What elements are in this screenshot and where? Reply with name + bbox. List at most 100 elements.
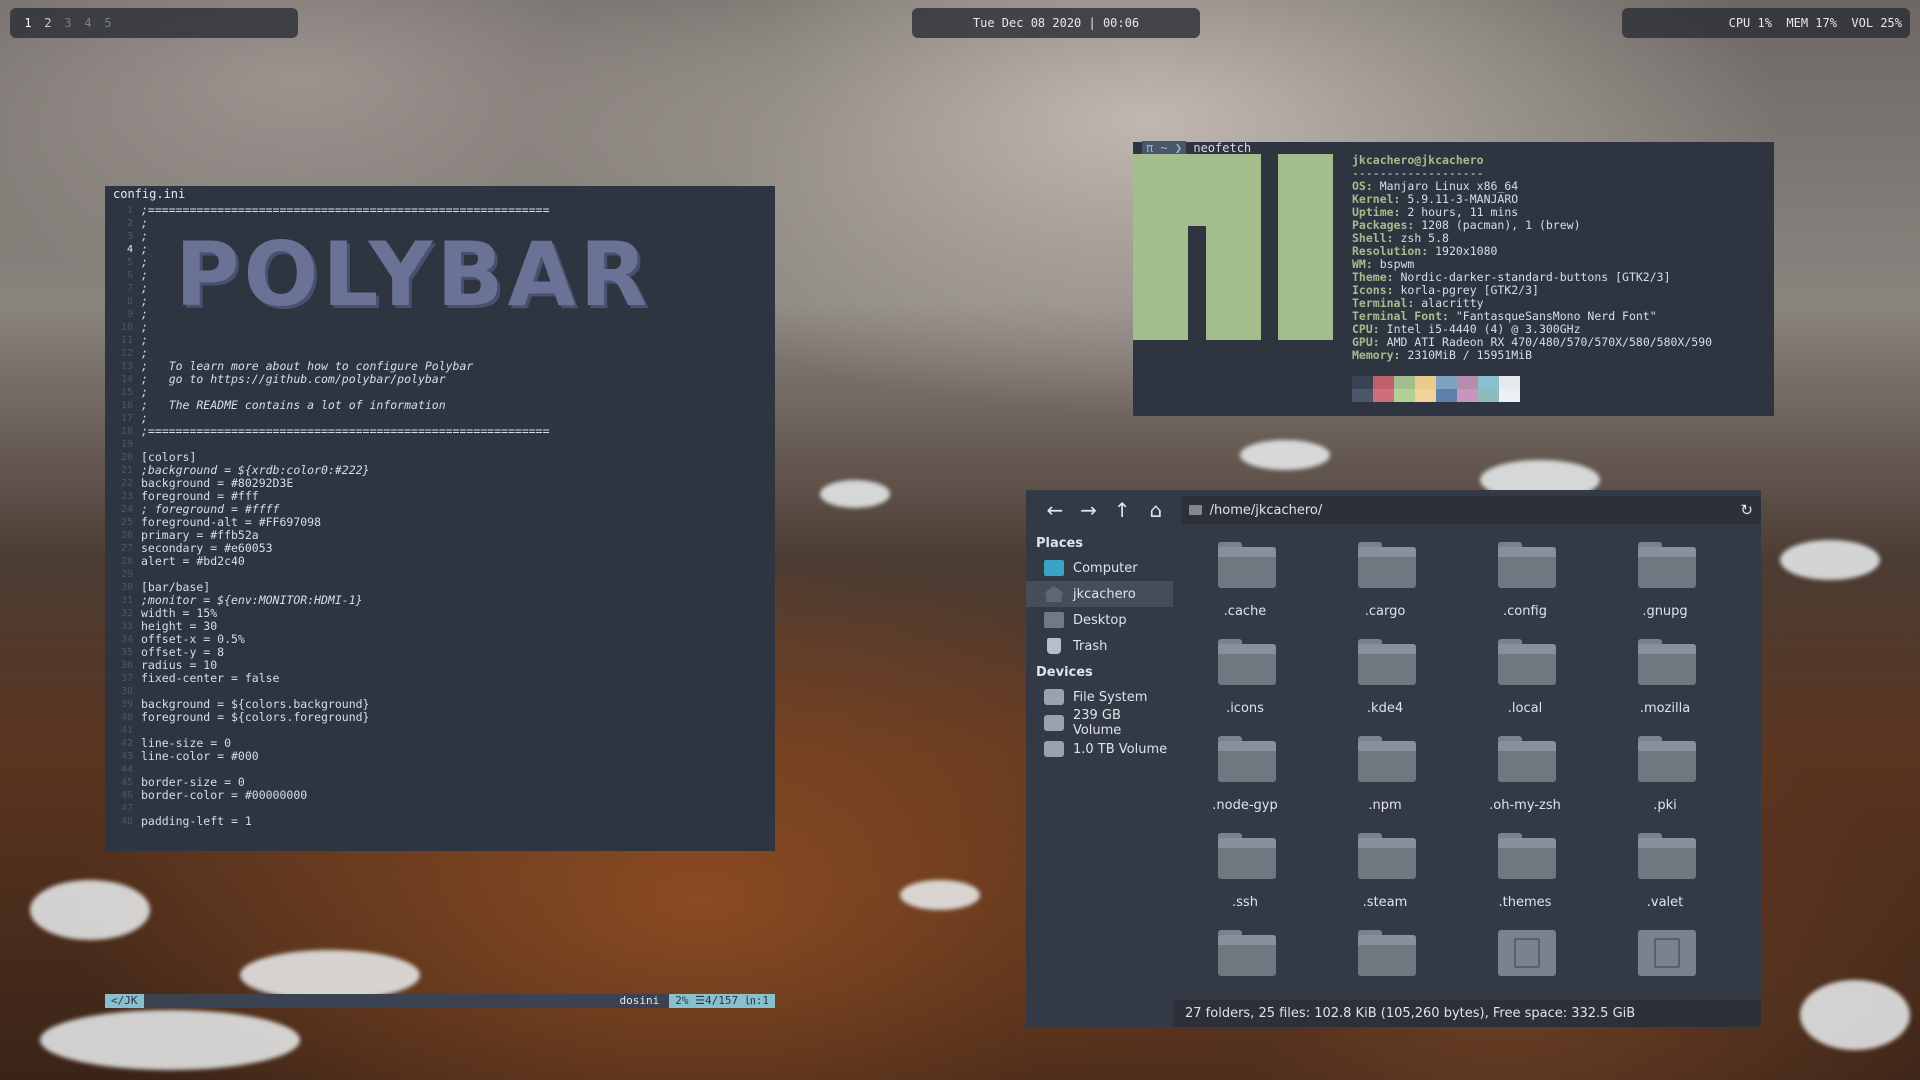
folder-item[interactable]: .ssh [1175,825,1315,922]
line-number: 5 [126,257,133,268]
file-item[interactable] [1455,922,1595,988]
workspace-3[interactable]: 3 [58,16,78,30]
up-button[interactable]: ↑ [1105,495,1139,525]
folder-item[interactable]: .oh-my-zsh [1455,728,1595,825]
forward-button[interactable]: → [1072,495,1106,525]
folder-item[interactable]: .valet [1595,825,1735,922]
folder-icon [1218,930,1276,976]
info-value: AMD ATI Radeon RX 470/480/570/570X/580/5… [1386,335,1713,349]
line-number: 33 [120,621,133,632]
folder-label: .gnupg [1642,604,1688,619]
color-swatch [1457,376,1478,389]
editor-cursor-position: 2% ☰4/157 ㏑:1 [669,994,775,1008]
folder-item[interactable]: .mozilla [1595,631,1735,728]
folder-item[interactable]: .pki [1595,728,1735,825]
folder-item[interactable]: .local [1455,631,1595,728]
folder-item[interactable]: .cargo [1315,534,1455,631]
line-number: 27 [120,543,133,554]
info-value: korla-pgrey [GTK2/3] [1400,283,1539,297]
sidebar-item-computer[interactable]: Computer [1026,555,1173,581]
folder-item[interactable] [1175,922,1315,988]
sidebar-item-trash[interactable]: Trash [1026,633,1173,659]
folder-item[interactable]: .themes [1455,825,1595,922]
home-button[interactable]: ⌂ [1139,495,1173,525]
line-number: 47 [120,803,133,814]
folder-item[interactable]: .node-gyp [1175,728,1315,825]
sidebar-item-home[interactable]: jkcachero [1026,581,1173,607]
folder-label: .icons [1226,701,1264,716]
sidebar-item-label: Computer [1073,560,1138,576]
folder-item[interactable]: .icons [1175,631,1315,728]
line-number: 11 [120,335,133,346]
folder-label: .config [1503,604,1547,619]
line-number: 18 [120,426,133,437]
reload-icon[interactable]: ↻ [1740,501,1753,519]
sidebar-item-239gb-volume[interactable]: 239 GB Volume [1026,708,1173,738]
line-number: 45 [120,777,133,788]
color-swatch [1499,389,1520,402]
line-text: ;=======================================… [141,204,550,217]
workspace-4[interactable]: 4 [78,16,98,30]
location-path[interactable]: /home/jkcachero/ [1210,503,1741,518]
location-bar[interactable]: /home/jkcachero/ ↻ [1180,496,1761,524]
file-manager-window[interactable]: ← → ↑ ⌂ /home/jkcachero/ ↻ Places Comput… [1026,490,1761,1027]
info-value: alacritty [1421,296,1484,310]
line-number: 9 [126,309,133,320]
folder-icon [1358,639,1416,685]
folder-icon [1638,736,1696,782]
line-number: 31 [120,595,133,606]
line-number: 14 [120,374,133,385]
folder-item[interactable]: .gnupg [1595,534,1735,631]
sidebar-item-desktop[interactable]: Desktop [1026,607,1173,633]
window-file-icon [1498,930,1556,976]
folder-icon [1638,639,1696,685]
workspace-2[interactable]: 2 [38,16,58,30]
manjaro-logo [1133,154,1333,340]
folder-item[interactable]: .kde4 [1315,631,1455,728]
line-number: 8 [126,296,133,307]
info-key: Resolution [1352,244,1422,258]
sidebar-item-filesystem[interactable]: File System [1026,684,1173,710]
folder-label: .npm [1368,798,1402,813]
folder-item[interactable]: .cache [1175,534,1315,631]
folder-label: .mozilla [1639,701,1691,716]
sidebar-item-1tb-volume[interactable]: 1.0 TB Volume [1026,736,1173,762]
editor-window[interactable]: config.ini 1 ;===========================… [105,186,775,1008]
color-swatch [1457,389,1478,402]
workspace-5[interactable]: 5 [98,16,118,30]
clock-text: Tue Dec 08 2020 | 00:06 [972,16,1140,30]
color-swatch [1478,376,1499,389]
info-value: 2 hours, 11 mins [1407,205,1519,219]
system-stats-module: CPU 1% MEM 17% VOL 25% [1622,8,1910,38]
back-button[interactable]: ← [1038,495,1072,525]
folder-label: .cache [1223,604,1267,619]
line-text: ;=======================================… [141,424,550,438]
file-grid[interactable]: .cache .cargo .config .gnupg .icons .kde4 .loc… [1173,530,1761,988]
folder-icon [1358,833,1416,879]
folder-item[interactable]: .steam [1315,825,1455,922]
folder-item[interactable]: .npm [1315,728,1455,825]
info-value: 1920x1080 [1435,244,1498,258]
info-key: Icons [1352,283,1387,297]
line-text: foreground = ${colors.foreground} [141,710,370,724]
editor-mode: </JK [105,994,144,1008]
code-line: 28 alert = #bd2c40 [105,555,775,568]
desktop-icon [1044,612,1064,628]
line-text: ; The README contains a lot of informati… [141,398,446,412]
terminal-window[interactable]: π ~ ❯ neofetch jkcachero@jkcachero -----… [1133,141,1774,416]
file-item[interactable] [1595,922,1735,988]
line-number: 41 [120,725,133,736]
line-number: 48 [120,816,133,827]
info-value: 2310MiB / 15951MiB [1407,348,1533,362]
info-value: Intel i5-4440 (4) @ 3.300GHz [1386,322,1581,336]
folder-item[interactable] [1315,922,1455,988]
line-number: 35 [120,647,133,658]
line-number: 23 [120,491,133,502]
workspace-1[interactable]: 1 [18,16,38,30]
info-value: "FantasqueSansMono Nerd Font" [1455,309,1657,323]
folder-icon [1218,639,1276,685]
line-number: 28 [120,556,133,567]
info-key: Shell [1352,231,1387,245]
info-key: WM [1352,257,1366,271]
folder-item[interactable]: .config [1455,534,1595,631]
